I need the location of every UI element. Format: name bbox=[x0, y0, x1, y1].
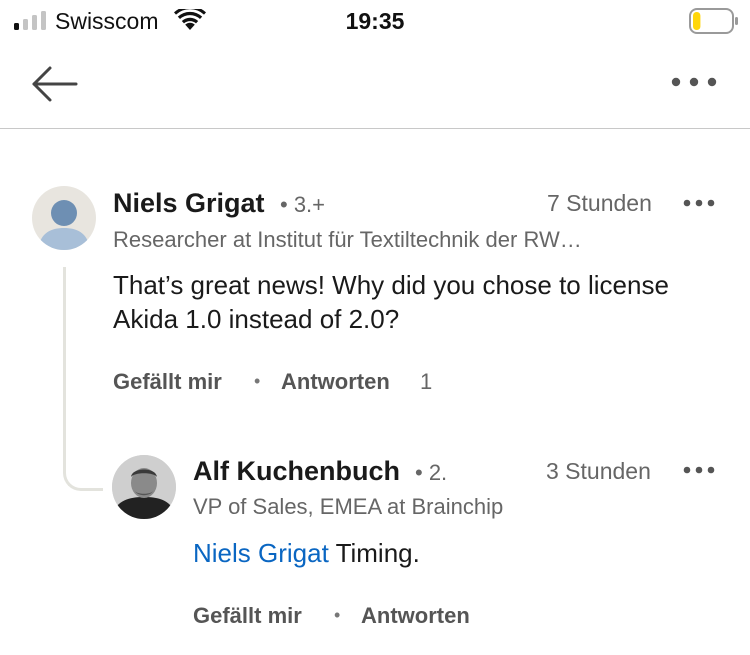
connection-degree: • 3.+ bbox=[280, 192, 326, 217]
connection-degree: • 2. bbox=[415, 460, 448, 485]
like-button[interactable]: Gefällt mir bbox=[113, 369, 222, 395]
reply-author-name[interactable]: Alf Kuchenbuch bbox=[193, 456, 400, 487]
profile-photo-icon bbox=[112, 455, 176, 519]
reply-timestamp: 3 Stunden bbox=[546, 458, 651, 484]
avatar[interactable] bbox=[112, 455, 176, 519]
author-headline: Researcher at Institut für Textiltechnik… bbox=[113, 227, 582, 252]
avatar[interactable] bbox=[32, 186, 96, 250]
top-nav-bar bbox=[0, 42, 750, 129]
reply-button[interactable]: Antworten bbox=[361, 603, 470, 629]
battery-icon bbox=[689, 8, 738, 34]
author-headline: VP of Sales, EMEA at Brainchip bbox=[193, 494, 504, 519]
reply-count: 1 bbox=[420, 369, 433, 394]
comment-author-name[interactable]: Niels Grigat bbox=[113, 188, 265, 219]
status-bar: Swisscom 19:35 bbox=[0, 0, 750, 42]
clock: 19:35 bbox=[345, 8, 405, 34]
separator-dot: • bbox=[254, 371, 261, 391]
back-arrow-icon[interactable] bbox=[28, 62, 82, 106]
reply-more-icon[interactable] bbox=[682, 460, 716, 480]
comment-more-icon[interactable] bbox=[682, 193, 716, 213]
reply-text-content: Timing. bbox=[328, 538, 420, 568]
more-options-icon[interactable] bbox=[668, 68, 720, 96]
default-person-icon bbox=[38, 200, 90, 250]
like-button[interactable]: Gefällt mir bbox=[193, 603, 302, 629]
reply-text: Niels Grigat Timing. bbox=[193, 536, 673, 570]
comment-timestamp: 7 Stunden bbox=[547, 190, 652, 216]
mention-link[interactable]: Niels Grigat bbox=[193, 538, 329, 568]
separator-dot: • bbox=[334, 605, 341, 625]
reply-button[interactable]: Antworten bbox=[281, 369, 390, 395]
comment-text: That’s great news! Why did you chose to … bbox=[113, 270, 669, 334]
thread-connector-line bbox=[63, 267, 103, 491]
